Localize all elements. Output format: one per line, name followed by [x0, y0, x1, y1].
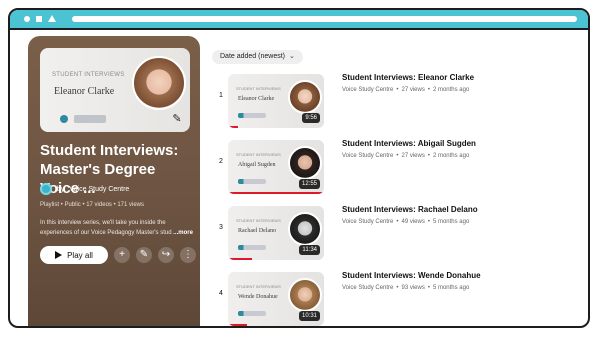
playlist-channel[interactable]: by Voice Study Centre — [40, 183, 129, 195]
window-square-icon[interactable] — [36, 16, 42, 22]
video-row[interactable]: 1 STUDENT INTERVIEWS Eleanor Clarke 9:56… — [212, 70, 572, 130]
share-icon[interactable]: ↪ — [158, 247, 174, 263]
pencil-icon[interactable]: ✎ — [136, 247, 152, 263]
video-row[interactable]: 2 STUDENT INTERVIEWS Abigail Sugden 12:5… — [212, 136, 572, 196]
partner-logo-icon — [74, 115, 106, 123]
watch-progress-bar — [228, 258, 252, 260]
video-title[interactable]: Student Interviews: Wende Donahue — [342, 271, 562, 280]
video-logo-strip-icon — [238, 113, 266, 118]
video-thumbnail-label: STUDENT INTERVIEWS — [236, 218, 281, 223]
video-title[interactable]: Student Interviews: Abigail Sugden — [342, 139, 562, 148]
video-thumbnail-name: Rachael Delano — [238, 228, 277, 234]
video-row[interactable]: 3 STUDENT INTERVIEWS Rachael Delano 11:3… — [212, 202, 572, 262]
video-views: 49 views — [401, 219, 425, 225]
voice-study-centre-logo-icon — [60, 115, 68, 123]
video-title[interactable]: Student Interviews: Rachael Delano — [342, 205, 562, 214]
video-logo-strip-icon — [238, 245, 266, 250]
video-duration: 11:34 — [299, 245, 320, 255]
video-age: 5 months ago — [432, 219, 470, 225]
video-title[interactable]: Student Interviews: Eleanor Clarke — [342, 73, 562, 82]
browser-frame: STUDENT INTERVIEWS Eleanor Clarke ✎ Stud… — [8, 8, 590, 328]
playlist-thumbnail-label: STUDENT INTERVIEWS — [52, 72, 125, 78]
video-thumbnail-name: Abigail Sugden — [238, 162, 276, 168]
playlist-meta: Playlist • Public • 17 videos • 171 view… — [40, 202, 145, 208]
video-avatar-photo — [288, 212, 322, 246]
sort-dropdown[interactable]: Date added (newest) ⌄ — [212, 50, 303, 64]
playlist-actions: Play all + ✎ ↪ ⋮ — [40, 246, 196, 264]
channel-prefix: by — [57, 185, 65, 193]
sort-label: Date added (newest) — [220, 53, 285, 60]
video-index: 4 — [219, 290, 223, 297]
video-row[interactable]: 4 STUDENT INTERVIEWS Wende Donahue 10:31… — [212, 268, 572, 326]
video-duration: 10:31 — [298, 311, 320, 321]
video-age: 5 months ago — [432, 285, 470, 291]
video-channel[interactable]: Voice Study Centre — [342, 87, 393, 93]
video-channel[interactable]: Voice Study Centre — [342, 153, 393, 159]
video-views: 27 views — [401, 87, 425, 93]
video-avatar-photo — [288, 278, 322, 312]
video-age: 2 months ago — [432, 153, 470, 159]
play-all-button[interactable]: Play all — [40, 246, 108, 264]
video-age: 2 months ago — [432, 87, 470, 93]
channel-name[interactable]: Voice Study Centre — [69, 186, 129, 193]
watch-progress-bar — [228, 192, 324, 194]
watch-progress-bar — [228, 324, 248, 326]
video-avatar-photo — [288, 146, 322, 180]
video-thumbnail[interactable]: STUDENT INTERVIEWS Abigail Sugden 12:55 — [228, 140, 324, 194]
video-thumbnail-label: STUDENT INTERVIEWS — [236, 86, 281, 91]
video-thumbnail[interactable]: STUDENT INTERVIEWS Eleanor Clarke 9:56 — [228, 74, 324, 128]
browser-toolbar — [10, 10, 588, 30]
video-thumbnail-name: Eleanor Clarke — [238, 96, 275, 102]
video-logo-strip-icon — [238, 179, 266, 184]
video-meta: Voice Study Centre • 49 views • 5 months ago — [342, 219, 470, 225]
video-meta: Voice Study Centre • 27 views • 2 months ago — [342, 153, 470, 159]
video-thumbnail-label: STUDENT INTERVIEWS — [236, 284, 281, 289]
video-avatar-photo — [288, 80, 322, 114]
playlist-panel: STUDENT INTERVIEWS Eleanor Clarke ✎ Stud… — [28, 36, 200, 326]
video-index: 1 — [219, 92, 223, 99]
window-circle-icon[interactable] — [24, 16, 30, 22]
plus-icon[interactable]: + — [114, 247, 130, 263]
play-icon — [55, 251, 63, 259]
watch-progress-bar — [228, 126, 238, 128]
playlist-thumbnail-name: Eleanor Clarke — [54, 86, 115, 97]
playlist-description: In this interview series, we'll take you… — [40, 218, 193, 238]
video-views: 93 views — [401, 285, 425, 291]
playlist-description-text: In this interview series, we'll take you… — [40, 220, 172, 236]
video-duration: 12:55 — [298, 179, 320, 189]
video-thumbnail[interactable]: STUDENT INTERVIEWS Rachael Delano 11:34 — [228, 206, 324, 260]
video-index: 2 — [219, 158, 223, 165]
more-icon[interactable]: ⋮ — [180, 247, 196, 263]
window-triangle-icon[interactable] — [48, 15, 56, 22]
address-bar[interactable] — [72, 16, 577, 22]
video-thumbnail-name: Wende Donahue — [238, 294, 278, 300]
play-all-label: Play all — [67, 250, 93, 260]
video-meta: Voice Study Centre • 93 views • 5 months ago — [342, 285, 470, 291]
video-thumbnail-label: STUDENT INTERVIEWS — [236, 152, 281, 157]
chevron-down-icon: ⌄ — [288, 53, 295, 60]
playlist-avatar-photo — [132, 56, 186, 110]
video-channel[interactable]: Voice Study Centre — [342, 219, 393, 225]
video-meta: Voice Study Centre • 27 views • 2 months ago — [342, 87, 470, 93]
video-duration: 9:56 — [302, 113, 320, 123]
video-thumbnail[interactable]: STUDENT INTERVIEWS Wende Donahue 10:31 — [228, 272, 324, 326]
channel-logo-icon[interactable] — [40, 183, 52, 195]
playlist-thumbnail[interactable]: STUDENT INTERVIEWS Eleanor Clarke ✎ — [40, 48, 190, 132]
video-channel[interactable]: Voice Study Centre — [342, 285, 393, 291]
video-views: 27 views — [401, 153, 425, 159]
pencil-icon[interactable]: ✎ — [170, 112, 184, 126]
video-logo-strip-icon — [238, 311, 266, 316]
description-more-link[interactable]: ...more — [173, 230, 193, 236]
video-index: 3 — [219, 224, 223, 231]
